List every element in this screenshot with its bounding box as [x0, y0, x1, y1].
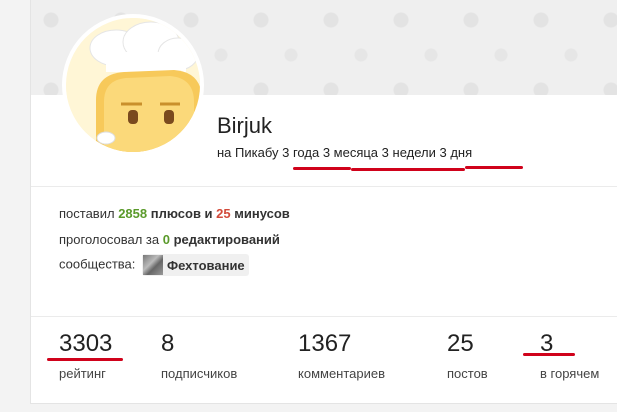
edits-word: редактирований: [173, 232, 280, 247]
annotation-underline: [47, 358, 123, 361]
annotation-underline: [523, 353, 575, 356]
stat-subscribers[interactable]: 8 подписчиков: [161, 330, 237, 381]
edits-line: проголосовал за 0 редактирований: [59, 232, 280, 247]
since-days: 3 дня: [439, 145, 473, 160]
stat-value: 25: [447, 330, 474, 357]
community-chip[interactable]: Фехтование: [142, 254, 249, 276]
communities-line: сообщества: Фехтование: [59, 254, 249, 276]
since-weeks: 3 недели: [381, 145, 436, 160]
divider: [31, 186, 617, 187]
communities-label: сообщества:: [59, 256, 136, 272]
stat-label: комментариев: [298, 366, 386, 381]
membership-duration: на Пикабу 3 года 3 месяца 3 недели 3 дня: [217, 145, 472, 160]
annotation-underline: [465, 166, 523, 169]
toast-chef-avatar-image: [66, 18, 200, 152]
since-years: 3 года: [282, 145, 320, 160]
stat-rating[interactable]: 3303 рейтинг: [59, 330, 112, 381]
stat-value: 1367: [298, 330, 352, 357]
since-prefix: на Пикабу: [217, 145, 279, 160]
stat-label: постов: [447, 366, 488, 381]
stat-comments[interactable]: 1367 комментариев: [298, 330, 385, 381]
community-name: Фехтование: [167, 257, 245, 273]
edits-prefix: проголосовал за: [59, 232, 160, 247]
since-months: 3 месяца: [322, 145, 379, 160]
plus-word: плюсов и: [150, 206, 213, 221]
profile-card: Birjuk на Пикабу 3 года 3 месяца 3 недел…: [30, 0, 617, 404]
plus-count: 2858: [118, 206, 148, 221]
stat-label: подписчиков: [161, 366, 238, 381]
stat-label: в горячем: [540, 366, 600, 381]
username[interactable]: Birjuk: [217, 113, 272, 139]
stat-value: 8: [161, 330, 175, 357]
annotation-underline: [351, 168, 465, 171]
edits-count: 0: [162, 232, 170, 247]
minus-count: 25: [216, 206, 231, 221]
votes-line: поставил 2858 плюсов и 25 минусов: [59, 206, 290, 221]
community-icon: [143, 255, 164, 275]
stat-label: рейтинг: [59, 366, 106, 381]
divider: [31, 316, 617, 317]
stat-posts[interactable]: 25 постов: [447, 330, 488, 381]
votes-prefix: поставил: [59, 206, 115, 221]
stat-value: 3303: [59, 330, 113, 357]
avatar[interactable]: [62, 14, 204, 156]
annotation-underline: [293, 167, 351, 170]
minus-word: минусов: [234, 206, 290, 221]
